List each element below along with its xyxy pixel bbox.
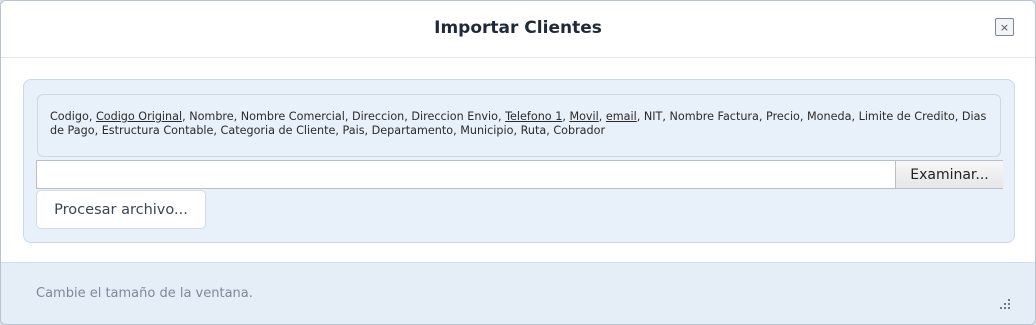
field-list-box: Codigo, Codigo Original, Nombre, Nombre … xyxy=(37,94,1001,157)
process-file-button[interactable]: Procesar archivo... xyxy=(36,190,206,229)
field-name: Movil xyxy=(569,110,599,123)
import-panel: Codigo, Codigo Original, Nombre, Nombre … xyxy=(23,79,1015,243)
field-name: Estructura Contable xyxy=(101,124,214,137)
dialog-footer: Cambie el tamaño de la ventana. xyxy=(1,262,1035,324)
file-path-input[interactable] xyxy=(37,161,894,188)
field-name: Direccion xyxy=(351,110,405,123)
status-text: Cambie el tamaño de la ventana. xyxy=(36,286,253,301)
import-clients-dialog: Importar Clientes × Codigo, Codigo Origi… xyxy=(0,0,1036,325)
field-list-text: Codigo, Codigo Original, Nombre, Nombre … xyxy=(50,110,987,137)
field-name: Nombre xyxy=(189,110,234,123)
field-name: Telefono 1 xyxy=(505,110,563,123)
field-name: Departamento xyxy=(371,124,454,137)
field-name: Cobrador xyxy=(553,124,606,137)
field-name: NIT xyxy=(643,110,663,123)
resize-grip-icon[interactable] xyxy=(997,296,1011,310)
dialog-titlebar: Importar Clientes × xyxy=(1,1,1035,58)
field-name: Categoria de Cliente xyxy=(220,124,336,137)
field-name: Codigo xyxy=(50,110,89,123)
field-name: Codigo Original xyxy=(95,110,183,123)
dialog-title: Importar Clientes xyxy=(434,18,602,38)
field-name: Nombre Factura xyxy=(669,110,759,123)
field-name: Limite de Credito xyxy=(858,110,955,123)
browse-button[interactable]: Examinar... xyxy=(895,161,1003,188)
close-icon: × xyxy=(999,20,1010,34)
field-name: Pais xyxy=(342,124,365,137)
dialog-content: Codigo, Codigo Original, Nombre, Nombre … xyxy=(1,58,1035,262)
file-picker: Examinar... xyxy=(36,160,1003,189)
field-name: Nombre Comercial xyxy=(240,110,345,123)
field-name: Ruta xyxy=(520,124,547,137)
field-name: Direccion Envio xyxy=(411,110,498,123)
field-name: email xyxy=(605,110,637,123)
close-button[interactable]: × xyxy=(995,18,1014,36)
field-name: Moneda xyxy=(807,110,852,123)
field-name: Municipio xyxy=(460,124,514,137)
field-name: Precio xyxy=(766,110,800,123)
